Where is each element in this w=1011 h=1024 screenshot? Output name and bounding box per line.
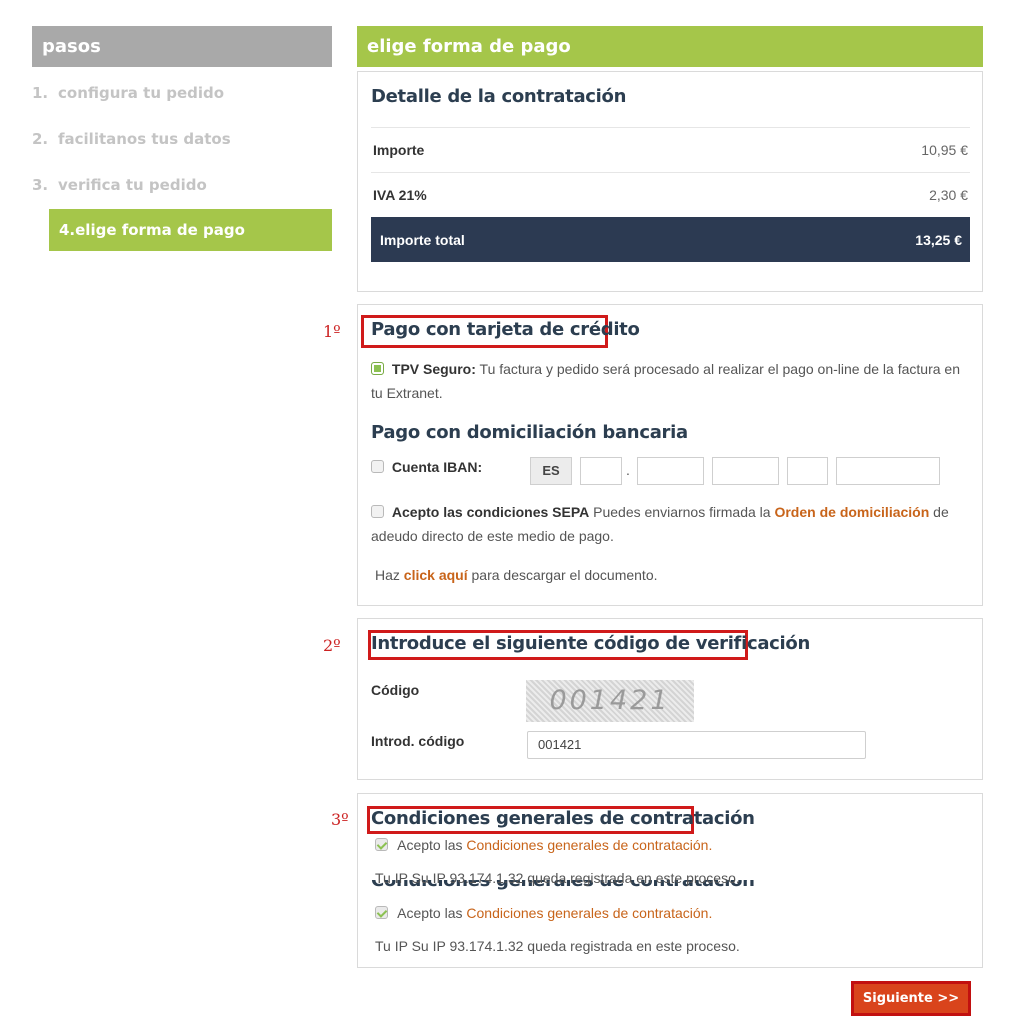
step-marker-2: 2º [323,636,341,655]
step-number: 2. [32,130,49,148]
sepa-text-de: de [933,504,949,520]
conditions-accept-option[interactable]: Acepto las Condiciones generales de cont… [375,901,712,925]
step-marker-1: 1º [323,322,341,341]
iban-check-digits-field[interactable] [580,457,622,485]
next-button[interactable]: Siguiente >> [851,981,971,1016]
tpv-text: Tu factura y pedido será procesado al re… [479,361,960,377]
code-input-label: Introd. código [371,733,465,749]
sepa-option[interactable]: Acepto las condiciones SEPA Puedes envia… [371,500,976,524]
captcha-image: 001421 [526,680,694,722]
tpv-text-2: tu Extranet. [371,385,443,401]
row-value: 2,30 € [929,187,968,203]
download-text: para descargar el documento. [471,567,658,583]
total-value: 13,25 € [915,232,962,248]
conditions-accept-option[interactable]: Acepto las Condiciones generales de cont… [375,833,712,857]
row-value: 10,95 € [921,142,968,158]
code-label: Código [371,682,420,698]
tpv-radio[interactable] [371,362,384,375]
step-1[interactable]: 1. configura tu pedido [32,78,332,108]
conditions-link[interactable]: Condiciones generales de contratación. [466,905,712,921]
summary-title: Detalle de la contratación [371,86,627,107]
iban-option[interactable]: Cuenta IBAN: [371,455,482,479]
step-label: verifica tu pedido [58,176,207,194]
sepa-checkbox[interactable] [371,505,384,518]
iban-dc-field[interactable] [787,457,828,485]
step-marker-3: 3º [331,810,349,829]
step-4-active[interactable]: 4.elige forma de pago [49,209,332,251]
accept-prefix: Acepto las [397,905,463,921]
summary-row: IVA 21% 2,30 € [371,172,970,217]
tpv-option[interactable]: TPV Seguro: Tu factura y pedido será pro… [371,357,976,381]
step-number: 3. [32,176,49,194]
step-2[interactable]: 2. facilitanos tus datos [32,124,332,154]
total-label: Importe total [380,232,465,248]
accept-prefix: Acepto las [397,837,463,853]
conditions-title: Condiciones generales de contratación [371,808,755,829]
iban-office-field[interactable] [712,457,779,485]
sepa-text: Puedes enviarnos firmada la [593,504,771,520]
haz-text: Haz [375,567,400,583]
ip-notice: Tu IP Su IP 93.174.1.32 queda registrada… [375,870,740,886]
download-line: Haz click aquí para descargar el documen… [375,563,658,587]
sepa-order-link[interactable]: Orden de domiciliación [774,504,929,520]
row-label: IVA 21% [373,187,427,203]
sepa-label: Acepto las condiciones SEPA [391,504,590,520]
iban-separator: . [626,462,630,478]
step-3[interactable]: 3. verifica tu pedido [32,170,332,200]
code-input[interactable]: 001421 [527,731,866,759]
verify-title: Introduce el siguiente código de verific… [371,633,810,654]
ip-notice: Tu IP Su IP 93.174.1.32 queda registrada… [375,938,740,954]
summary-total-row: Importe total 13,25 € [371,217,970,262]
bank-title: Pago con domiciliación bancaria [371,422,688,443]
iban-checkbox[interactable] [371,460,384,473]
step-label: configura tu pedido [58,84,225,102]
sidebar-header: pasos [32,26,332,67]
sepa-text-3: adeudo directo de este medio de pago. [371,528,614,544]
click-here-link[interactable]: click aquí [404,567,468,583]
summary-row: Importe 10,95 € [371,127,970,172]
conditions-link[interactable]: Condiciones generales de contratación. [466,837,712,853]
iban-label: Cuenta IBAN: [391,459,483,475]
row-label: Importe [373,142,425,158]
step-number: 1. [32,84,49,102]
iban-entity-field[interactable] [637,457,704,485]
iban-account-field[interactable] [836,457,940,485]
card-title: Pago con tarjeta de crédito [371,319,640,340]
main-header: elige forma de pago [357,26,983,67]
iban-country-field[interactable]: ES [530,457,572,485]
conditions-checkbox[interactable] [375,906,388,919]
conditions-checkbox[interactable] [375,838,388,851]
step-label: facilitanos tus datos [58,130,231,148]
tpv-label: TPV Seguro: [391,361,476,377]
